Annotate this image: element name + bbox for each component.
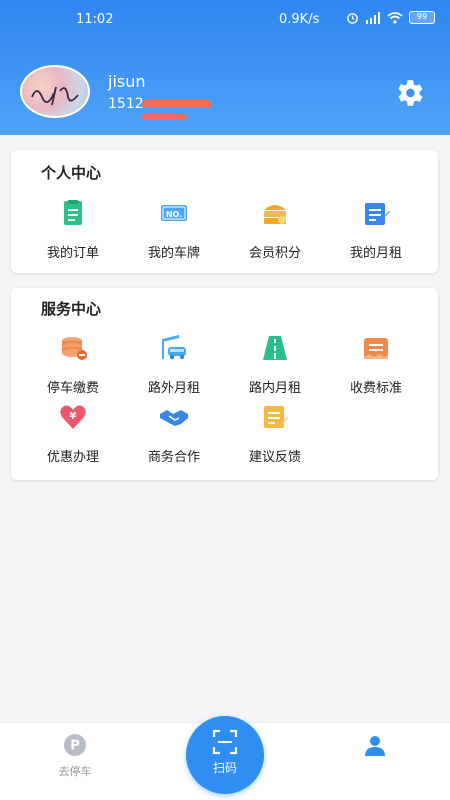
status-time: 11:02 <box>76 12 114 27</box>
signature-avatar-image <box>31 86 79 106</box>
svg-text:¥: ¥ <box>70 411 77 422</box>
feedback-icon <box>264 406 288 428</box>
parking-payment-icon <box>62 337 87 360</box>
redaction-mark <box>142 114 187 120</box>
wifi-icon <box>387 11 403 24</box>
parking-p-icon: P <box>64 734 86 756</box>
business-cooperation-button[interactable]: 商务合作 <box>124 402 224 465</box>
member-points-icon <box>264 205 286 224</box>
battery-icon: 99 <box>409 11 435 24</box>
user-profile-icon <box>365 736 385 756</box>
service-center-card: 服务中心 停车缴费 路外月租 路内月租 收费标准 ¥ 优惠办理 商务合作 建议反… <box>11 288 438 480</box>
tab-profile[interactable] <box>355 733 395 757</box>
on-road-rent-label: 路内月租 <box>248 381 301 396</box>
signal-icon <box>366 11 380 24</box>
on-road-rent-icon <box>263 336 287 360</box>
scan-button[interactable]: 扫码 <box>186 716 264 794</box>
handshake-icon <box>160 410 188 426</box>
fee-standard-label: 收费标准 <box>349 381 402 396</box>
fee-standard-button[interactable]: 收费标准 <box>326 333 426 396</box>
business-cooperation-label: 商务合作 <box>147 450 200 465</box>
license-plate-icon: NO. <box>161 205 187 221</box>
my-orders-button[interactable]: 我的订单 <box>23 198 123 261</box>
svg-text:NO.: NO. <box>166 210 182 219</box>
personal-center-title: 个人中心 <box>41 164 102 182</box>
discount-button[interactable]: ¥ 优惠办理 <box>23 402 123 465</box>
member-points-button[interactable]: 会员积分 <box>225 198 325 261</box>
off-road-rent-button[interactable]: 路外月租 <box>124 333 224 396</box>
personal-center-card: 个人中心 我的订单 NO. 我的车牌 会员积分 我的月租 <box>11 150 438 273</box>
on-road-rent-button[interactable]: 路内月租 <box>225 333 325 396</box>
my-orders-label: 我的订单 <box>46 246 99 261</box>
tab-go-park[interactable]: P 去停车 <box>45 733 105 779</box>
feedback-label: 建议反馈 <box>248 450 301 465</box>
service-center-title: 服务中心 <box>41 300 102 318</box>
fee-standard-icon <box>364 338 388 359</box>
scan-icon <box>212 729 238 755</box>
avatar[interactable] <box>20 65 90 118</box>
discount-heart-icon: ¥ <box>60 405 86 429</box>
my-plates-button[interactable]: NO. 我的车牌 <box>124 198 224 261</box>
profile-header: 11:02 0.9K/s 99 jisun 1512 <box>0 0 450 135</box>
my-monthly-rent-button[interactable]: 我的月租 <box>326 198 426 261</box>
status-bar: 11:02 0.9K/s 99 <box>0 0 450 40</box>
my-monthly-rent-label: 我的月租 <box>349 246 402 261</box>
order-list-icon <box>64 200 82 225</box>
member-points-label: 会员积分 <box>248 246 301 261</box>
username: jisun <box>108 72 146 91</box>
redaction-mark <box>142 100 212 108</box>
my-plates-label: 我的车牌 <box>147 246 200 261</box>
off-road-rent-label: 路外月租 <box>147 381 200 396</box>
svg-text:P: P <box>70 739 80 754</box>
status-icons: 99 <box>346 11 435 24</box>
off-road-rent-icon <box>162 335 186 359</box>
discount-label: 优惠办理 <box>46 450 99 465</box>
tab-go-park-label: 去停车 <box>58 765 92 778</box>
monthly-rent-icon <box>365 203 390 225</box>
phone-number: 1512 <box>108 96 144 112</box>
network-speed: 0.9K/s <box>279 12 320 27</box>
feedback-button[interactable]: 建议反馈 <box>225 402 325 465</box>
parking-payment-label: 停车缴费 <box>46 381 99 396</box>
scan-label: 扫码 <box>212 761 237 775</box>
alarm-icon <box>347 13 358 24</box>
parking-payment-button[interactable]: 停车缴费 <box>23 333 123 396</box>
settings-gear-icon[interactable] <box>392 76 426 110</box>
